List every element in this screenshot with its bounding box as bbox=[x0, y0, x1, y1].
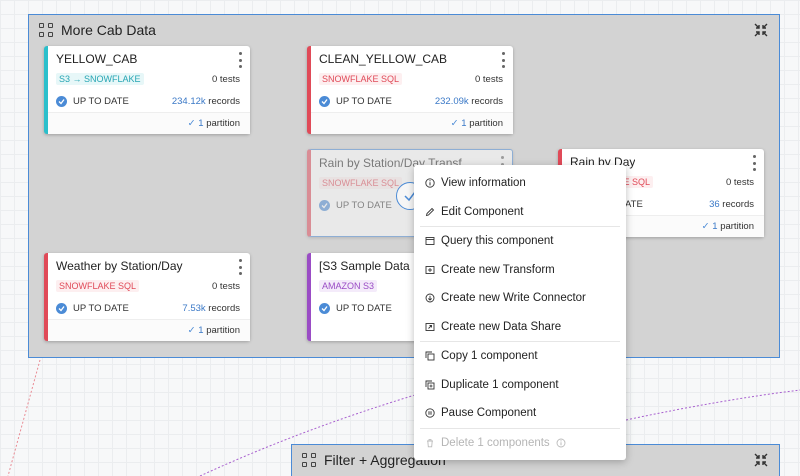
menu-item-edit-component[interactable]: Edit Component bbox=[414, 198, 626, 227]
partition-count[interactable]: ✓ 1 partition bbox=[188, 118, 240, 129]
query-icon bbox=[425, 236, 435, 246]
kebab-menu-icon[interactable] bbox=[499, 52, 507, 68]
node-title: YELLOW_CAB bbox=[56, 52, 138, 66]
transform-icon bbox=[425, 265, 435, 275]
node-footer: ✓ 1 partition bbox=[311, 112, 513, 134]
tests-count: 0 tests bbox=[726, 177, 754, 188]
check-circle-icon bbox=[319, 96, 330, 107]
connector-badge: SNOWFLAKE SQL bbox=[319, 73, 403, 85]
tests-count: 0 tests bbox=[212, 281, 240, 292]
status-text: UP TO DATE bbox=[336, 200, 392, 211]
check-circle-icon bbox=[319, 303, 330, 314]
kebab-menu-icon[interactable] bbox=[236, 52, 244, 68]
status-row: UP TO DATE bbox=[319, 96, 392, 107]
group-grid-icon bbox=[39, 23, 53, 37]
status-text: UP TO DATE bbox=[73, 303, 129, 314]
records-count: 7.53k records bbox=[182, 303, 240, 314]
collapse-icon[interactable] bbox=[752, 21, 770, 39]
check-circle-icon bbox=[56, 96, 67, 107]
data-share-icon bbox=[425, 322, 435, 332]
menu-item-view-information[interactable]: View information bbox=[414, 169, 626, 198]
connector-badge: SNOWFLAKE SQL bbox=[319, 177, 403, 189]
menu-item-create-data-share[interactable]: Create new Data Share bbox=[414, 313, 626, 342]
node-clean-yellow-cab[interactable]: CLEAN_YELLOW_CAB SNOWFLAKE SQL 0 tests U… bbox=[307, 46, 513, 134]
check-circle-icon bbox=[56, 303, 67, 314]
info-icon[interactable] bbox=[556, 438, 566, 448]
group-grid-icon bbox=[302, 453, 316, 467]
kebab-menu-icon[interactable] bbox=[750, 155, 758, 171]
node-title: [S3 Sample Data bbox=[319, 259, 410, 273]
records-count: 234.12k records bbox=[171, 96, 240, 107]
node-footer: ✓ 1 partition bbox=[48, 319, 250, 341]
node-yellow-cab[interactable]: YELLOW_CAB S3 → SNOWFLAKE 0 tests UP TO … bbox=[44, 46, 250, 134]
group-header: More Cab Data bbox=[39, 15, 156, 45]
connector-badge: S3 → SNOWFLAKE bbox=[56, 73, 144, 85]
status-row: UP TO DATE bbox=[56, 96, 129, 107]
node-title: Weather by Station/Day bbox=[56, 259, 183, 273]
status-row: UP TO DATE bbox=[56, 303, 129, 314]
connector-badge: SNOWFLAKE SQL bbox=[56, 280, 140, 292]
tests-count: 0 tests bbox=[475, 74, 503, 85]
context-menu: View information Edit Component Query th… bbox=[414, 165, 626, 460]
checkmark-icon: ✓ bbox=[187, 118, 196, 129]
tests-count: 0 tests bbox=[212, 74, 240, 85]
menu-item-create-write-connector[interactable]: Create new Write Connector bbox=[414, 284, 626, 313]
collapse-icon[interactable] bbox=[752, 451, 770, 469]
partition-count[interactable]: ✓ 1 partition bbox=[702, 221, 754, 232]
group-title: More Cab Data bbox=[61, 22, 156, 38]
pencil-icon bbox=[425, 207, 435, 217]
checkmark-icon: ✓ bbox=[450, 118, 459, 129]
partition-count[interactable]: ✓ 1 partition bbox=[451, 118, 503, 129]
check-circle-icon bbox=[319, 200, 330, 211]
status-row: UP TO DATE bbox=[319, 303, 392, 314]
kebab-menu-icon[interactable] bbox=[236, 259, 244, 275]
write-connector-icon bbox=[425, 293, 435, 303]
pause-icon bbox=[425, 408, 435, 418]
connector-badge: AMAZON S3 bbox=[319, 280, 378, 292]
records-count: 232.09k records bbox=[434, 96, 503, 107]
status-text: UP TO DATE bbox=[73, 96, 129, 107]
copy-icon bbox=[425, 351, 435, 361]
node-weather-station-day[interactable]: Weather by Station/Day SNOWFLAKE SQL 0 t… bbox=[44, 253, 250, 341]
records-count: 36 records bbox=[709, 199, 754, 210]
menu-item-delete-components: Delete 1 components bbox=[414, 429, 626, 458]
status-row: UP TO DATE bbox=[319, 200, 392, 211]
trash-icon bbox=[425, 438, 435, 448]
checkmark-icon: ✓ bbox=[701, 221, 710, 232]
status-text: UP TO DATE bbox=[336, 303, 392, 314]
node-title: CLEAN_YELLOW_CAB bbox=[319, 52, 448, 66]
menu-item-copy-component[interactable]: Copy 1 component bbox=[414, 342, 626, 371]
menu-item-create-transform[interactable]: Create new Transform bbox=[414, 256, 626, 285]
menu-item-query-component[interactable]: Query this component bbox=[414, 227, 626, 256]
info-icon bbox=[425, 178, 435, 188]
status-text: UP TO DATE bbox=[336, 96, 392, 107]
duplicate-icon bbox=[425, 380, 435, 390]
menu-item-duplicate-component[interactable]: Duplicate 1 component bbox=[414, 371, 626, 400]
node-footer: ✓ 1 partition bbox=[48, 112, 250, 134]
checkmark-icon: ✓ bbox=[187, 325, 196, 336]
menu-item-pause-component[interactable]: Pause Component bbox=[414, 399, 626, 428]
partition-count[interactable]: ✓ 1 partition bbox=[188, 325, 240, 336]
